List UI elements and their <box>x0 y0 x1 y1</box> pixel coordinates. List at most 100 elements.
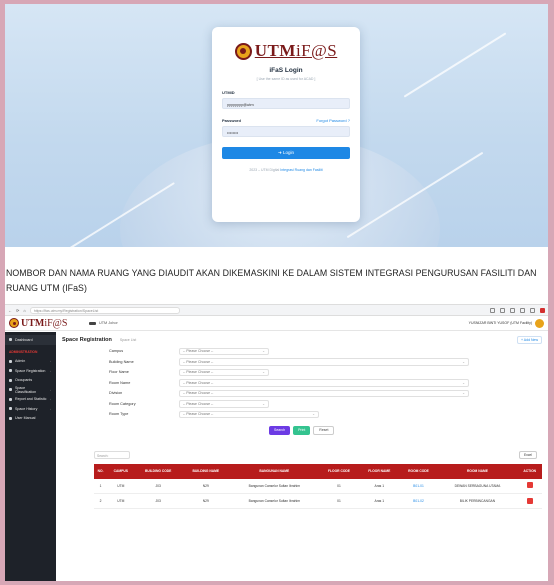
division-select[interactable]: -- Please Choose -- ⌄ <box>179 389 469 397</box>
browser-toolbar: ← ⟳ ⌂ https://ifas.utm.my/Registration/S… <box>5 305 548 316</box>
sidebar-item-admin[interactable]: Admin › <box>5 357 56 367</box>
col-floor-code[interactable]: FLOOR CODE <box>318 463 360 479</box>
sidebar: Dashboard ADMINISTRATION Admin › Space Re… <box>5 332 56 581</box>
col-building-name[interactable]: BUILDING NAME <box>181 463 230 479</box>
filter-form: Campus -- Please Choose -- ⌄ Building Nam… <box>62 346 542 420</box>
utm-crest-icon <box>234 42 252 60</box>
campus-select[interactable]: -- Please Choose -- ⌄ <box>179 347 269 355</box>
chevron-down-icon: ⌄ <box>262 401 265 406</box>
collections-icon[interactable] <box>520 307 525 313</box>
chevron-right-icon: › <box>50 359 51 364</box>
utm-crest-icon <box>9 318 19 328</box>
print-button[interactable]: Print <box>293 425 311 435</box>
filter-row-room: Room Name -- Please Choose -- ⌄ <box>109 378 542 389</box>
filter-row-category: Room Category -- Please Choose -- ⌄ <box>109 399 542 410</box>
login-screenshot: UTMiF@S iFaS Login [ Use the same ID as … <box>5 4 548 247</box>
report-icon <box>9 397 12 401</box>
username-input[interactable]: yyyyyyyy@utm <box>222 98 350 109</box>
campus-icon <box>89 321 96 325</box>
registration-icon <box>9 369 12 373</box>
sidebar-item-dashboard[interactable]: Dashboard <box>5 335 56 345</box>
chevron-right-icon: › <box>50 397 51 402</box>
light-streak <box>403 32 507 98</box>
user-menu[interactable]: YUSNIZAR BINTI YUSOF (UTM Facility) <box>468 318 548 328</box>
avatar <box>535 318 544 328</box>
address-bar[interactable]: https://ifas.utm.my/Registration/SpaceLi… <box>29 306 180 314</box>
home-icon[interactable]: ⌂ <box>23 308 25 313</box>
footer-link[interactable]: Integrasi Ruang dan Fasiliti <box>280 168 322 172</box>
space-table: NO. CAMPUS BUILDING CODE BUILDING NAME B… <box>94 463 542 509</box>
favorites-icon[interactable] <box>510 307 515 313</box>
edge-icon[interactable] <box>540 307 545 313</box>
login-subtitle: [ Use the same ID as used for ACAD ] <box>256 77 316 81</box>
chevron-down-icon: ⌄ <box>462 380 465 385</box>
extensions-icon[interactable] <box>500 307 505 313</box>
chevron-down-icon: ⌄ <box>312 412 315 417</box>
occupants-icon <box>9 378 12 382</box>
back-icon[interactable]: ← <box>8 308 12 313</box>
sidebar-section-label: ADMINISTRATION <box>9 349 38 354</box>
manual-icon <box>9 416 12 420</box>
utm-ifas-logo: UTMiF@S <box>222 41 350 61</box>
floor-select[interactable]: -- Please Choose -- ⌄ <box>179 368 269 376</box>
search-button[interactable]: Search <box>269 425 291 435</box>
col-no[interactable]: NO. <box>94 463 108 479</box>
type-select[interactable]: -- Please Choose -- ⌄ <box>179 410 319 418</box>
profile-icon[interactable] <box>530 307 535 313</box>
chevron-right-icon: › <box>50 368 51 373</box>
delete-icon[interactable] <box>526 482 533 489</box>
logo-suffix: iF@S <box>295 41 338 60</box>
chevron-down-icon: ⌄ <box>262 370 265 375</box>
col-room-code[interactable]: ROOM CODE <box>399 463 438 479</box>
add-new-button[interactable]: + Add New <box>516 336 542 344</box>
sidebar-item-space-history[interactable]: Space History › <box>5 404 56 414</box>
page-title: Space Registration <box>62 337 112 343</box>
admin-icon <box>9 359 12 363</box>
room-code-link[interactable]: B01-01 <box>399 478 438 494</box>
col-building-code[interactable]: BUILDING CODE <box>134 463 182 479</box>
room-select[interactable]: -- Please Choose -- ⌄ <box>179 379 469 387</box>
reset-button[interactable]: Reset <box>313 425 335 435</box>
refresh-icon[interactable]: ⟳ <box>16 308 19 313</box>
excel-button[interactable]: Excel <box>518 450 537 459</box>
sidebar-item-occupants[interactable]: Occupants <box>5 376 56 386</box>
delete-icon[interactable] <box>526 497 533 504</box>
table-row: 2 UTM J03 N29 Bangunan Canselor Sultan I… <box>94 493 542 509</box>
col-room-name[interactable]: ROOM NAME <box>437 463 518 479</box>
space-registration-screenshot: ← ⟳ ⌂ https://ifas.utm.my/Registration/S… <box>5 304 548 581</box>
sidebar-item-report[interactable]: Report and Statistic › <box>5 395 56 405</box>
chevron-down-icon: ⌄ <box>462 359 465 364</box>
password-label: Password <box>222 118 241 123</box>
sidebar-item-user-manual[interactable]: User Manual <box>5 414 56 424</box>
sidebar-item-space-registration[interactable]: Space Registration › <box>5 366 56 376</box>
login-card: UTMiF@S iFaS Login [ Use the same ID as … <box>212 27 360 222</box>
form-actions: Search Print Reset <box>269 425 542 435</box>
app-header: UTMiF@S UTM Johor YUSNIZAR BINTI YUSOF (… <box>5 316 548 331</box>
building-select[interactable]: -- Please Choose -- ⌄ <box>179 358 469 366</box>
room-code-link[interactable]: B01-02 <box>399 493 438 509</box>
user-name: YUSNIZAR BINTI YUSOF (UTM Facility) <box>468 321 532 325</box>
login-button[interactable]: ➜ Login <box>222 147 350 159</box>
password-input[interactable]: •••••••• <box>222 126 350 137</box>
filter-row-division: Division -- Please Choose -- ⌄ <box>109 388 542 399</box>
slide-frame: UTMiF@S iFaS Login [ Use the same ID as … <box>5 4 548 581</box>
campus-selector[interactable]: UTM Johor <box>89 321 118 325</box>
col-bangunan-name[interactable]: BANGUNAN NAME <box>229 463 319 479</box>
col-floor-name[interactable]: FLOOR NAME <box>359 463 400 479</box>
breadcrumb: Space List <box>119 338 137 342</box>
app-logo[interactable]: UTMiF@S <box>5 318 75 329</box>
forgot-password-link[interactable]: Forgot Password ? <box>316 118 350 123</box>
browser-extension-icons <box>490 307 545 313</box>
chevron-down-icon: ⌄ <box>262 349 265 354</box>
logo-brand: UTM <box>254 41 296 60</box>
table-search-input[interactable]: Search: <box>94 450 130 459</box>
col-campus[interactable]: CAMPUS <box>107 463 135 479</box>
filter-row-building: Building Name -- Please Choose -- ⌄ <box>109 357 542 368</box>
filter-row-floor: Floor Name -- Please Choose -- ⌄ <box>109 367 542 378</box>
category-select[interactable]: -- Please Choose -- ⌄ <box>179 400 269 408</box>
dashboard-icon <box>9 338 12 342</box>
table-row: 1 UTM J03 N29 Bangunan Canselor Sultan I… <box>94 478 542 494</box>
history-icon <box>9 407 12 411</box>
star-icon[interactable] <box>490 307 495 313</box>
sidebar-item-space-classification[interactable]: Space Classification › <box>5 385 56 395</box>
